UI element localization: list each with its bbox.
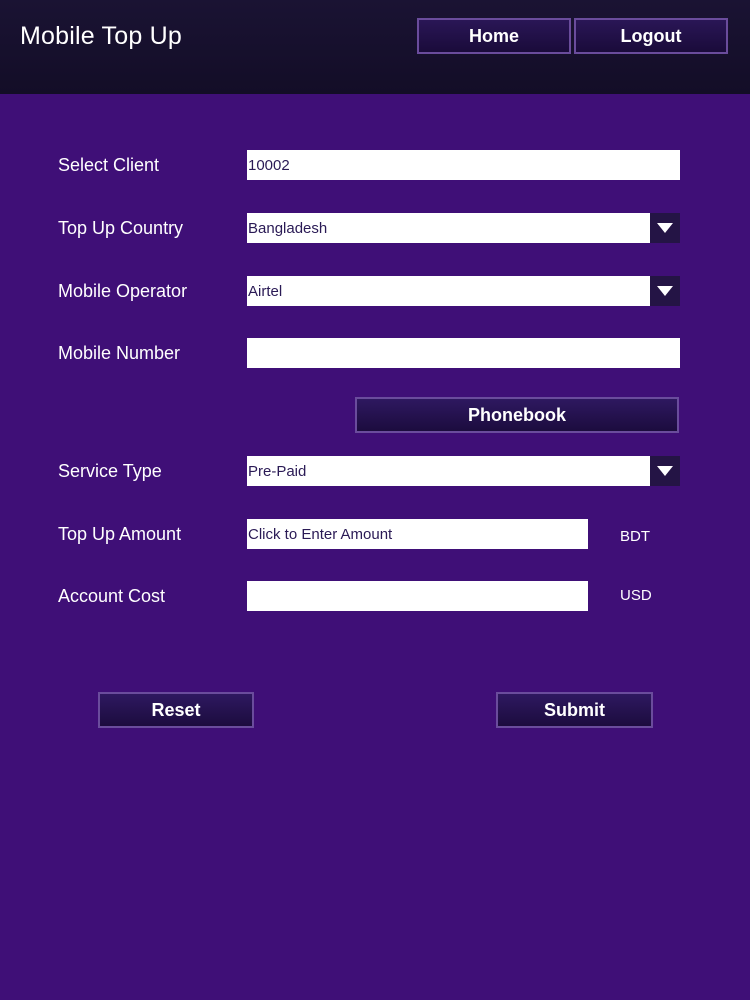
submit-button[interactable]: Submit: [496, 692, 653, 728]
select-client-label: Select Client: [58, 155, 160, 175]
logout-button[interactable]: Logout: [574, 18, 728, 54]
top-up-country-value: Bangladesh: [247, 213, 650, 243]
account-cost-field[interactable]: [247, 581, 588, 611]
mobile-operator-select[interactable]: Airtel: [247, 276, 680, 306]
app-title: Mobile Top Up: [20, 22, 182, 50]
chevron-down-icon[interactable]: [650, 456, 680, 486]
home-button[interactable]: Home: [417, 18, 571, 54]
top-up-amount-input[interactable]: Click to Enter Amount: [247, 519, 588, 549]
phonebook-button[interactable]: Phonebook: [355, 397, 679, 433]
top-up-country-select[interactable]: Bangladesh: [247, 213, 680, 243]
amount-currency: BDT: [620, 528, 650, 545]
mobile-operator-label: Mobile Operator: [58, 281, 188, 301]
reset-button[interactable]: Reset: [98, 692, 254, 728]
top-up-country-label: Top Up Country: [58, 218, 184, 238]
service-type-select[interactable]: Pre-Paid: [247, 456, 680, 486]
service-type-value: Pre-Paid: [247, 456, 650, 486]
select-client-field[interactable]: 10002: [247, 150, 680, 180]
cost-currency: USD: [620, 587, 652, 604]
chevron-down-icon[interactable]: [650, 213, 680, 243]
service-type-label: Service Type: [58, 461, 162, 481]
mobile-operator-value: Airtel: [247, 276, 650, 306]
mobile-number-input[interactable]: [247, 338, 680, 368]
mobile-number-label: Mobile Number: [58, 343, 181, 363]
top-up-amount-label: Top Up Amount: [58, 524, 182, 544]
account-cost-label: Account Cost: [58, 586, 166, 606]
chevron-down-icon[interactable]: [650, 276, 680, 306]
app-header: Mobile Top Up Home Logout: [0, 0, 750, 94]
